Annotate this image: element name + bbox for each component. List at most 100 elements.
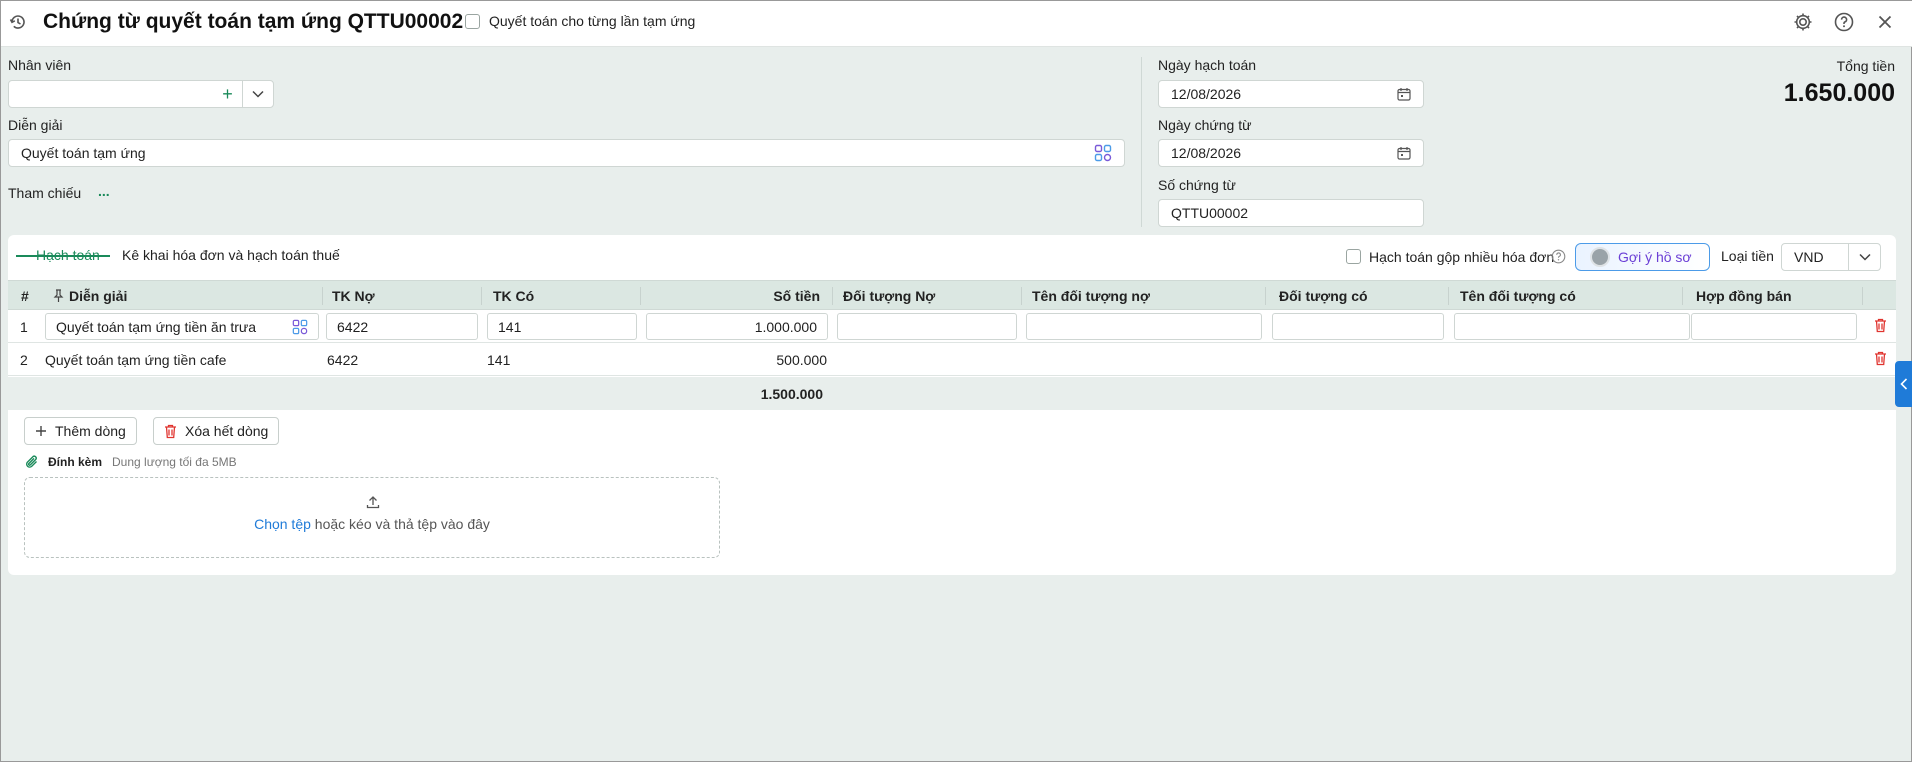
col-separator [1265, 287, 1266, 305]
header-bar: Chứng từ quyết toán tạm ứng QTTU00002 Qu… [1, 1, 1912, 47]
row-index: 2 [20, 352, 28, 368]
choose-file-link[interactable]: Chọn tệp [254, 516, 311, 532]
col-separator [322, 287, 323, 305]
voucher-no-label: Số chứng từ [1158, 177, 1236, 193]
row-credit-account: 141 [487, 352, 511, 368]
row-credit-object-input[interactable] [1272, 313, 1444, 340]
row-credit-account-value: 141 [498, 318, 522, 335]
add-employee-icon[interactable]: + [213, 81, 243, 107]
voucher-date-value: 12/08/2026 [1171, 145, 1242, 161]
pin-icon[interactable] [53, 289, 64, 303]
employee-select[interactable]: + [8, 80, 274, 108]
voucher-no-value: QTTU00002 [1171, 205, 1249, 221]
suggest-documents-button[interactable]: Gợi ý hồ sơ [1575, 243, 1710, 271]
col-header-debit-account[interactable]: TK Nợ [332, 288, 375, 304]
row-amount-value: 1.000.000 [754, 318, 817, 335]
active-tab-indicator [16, 255, 110, 257]
col-header-description[interactable]: Diễn giải [69, 288, 127, 304]
side-panel-toggle[interactable] [1895, 361, 1912, 407]
sum-amount: 1.500.000 [760, 386, 823, 402]
voucher-no-input[interactable]: QTTU00002 [1158, 199, 1424, 227]
dropzone-instruction: hoặc kéo và thả tệp vào đây [310, 516, 490, 532]
add-row-button[interactable]: Thêm dòng [24, 417, 137, 445]
table-footer-sum: 1.500.000 [8, 377, 1896, 410]
col-header-sales-contract[interactable]: Hợp đồng bán [1696, 288, 1792, 304]
merge-invoices-checkbox[interactable] [1346, 249, 1361, 264]
col-separator [1682, 287, 1683, 305]
page-title: Chứng từ quyết toán tạm ứng QTTU00002 [43, 10, 464, 33]
row-credit-object-name-input[interactable] [1454, 313, 1690, 340]
file-dropzone[interactable]: Chọn tệp hoặc kéo và thả tệp vào đây [24, 477, 720, 558]
suggest-documents-label: Gợi ý hồ sơ [1618, 249, 1692, 265]
description-value: Quyết toán tạm ứng [21, 145, 146, 161]
calendar-icon[interactable] [1397, 146, 1411, 160]
row-amount-input[interactable]: 1.000.000 [646, 313, 828, 340]
row-sales-contract-input[interactable] [1691, 313, 1857, 340]
chevron-left-icon [1900, 378, 1908, 390]
attachment-label: Đính kèm [48, 455, 103, 469]
row-debit-account: 6422 [327, 352, 359, 368]
total-label: Tổng tiền [1836, 58, 1895, 74]
currency-label: Loại tiền [1721, 248, 1774, 264]
trash-icon [165, 424, 176, 438]
dropzone-text: Chọn tệp hoặc kéo và thả tệp vào đây [25, 516, 719, 532]
posting-date-label: Ngày hạch toán [1158, 57, 1257, 73]
table-row[interactable]: 1 Quyết toán tạm ứng tiền ăn trưa 6422 1… [8, 310, 1896, 343]
info-icon[interactable] [1551, 249, 1566, 264]
row-debit-account-input[interactable]: 6422 [326, 313, 478, 340]
help-icon[interactable] [1833, 11, 1855, 33]
row-debit-object-name-input[interactable] [1026, 313, 1262, 340]
add-row-label: Thêm dòng [55, 423, 126, 439]
plus-icon [36, 426, 46, 436]
tab-invoice-tax[interactable]: Kê khai hóa đơn và hạch toán thuế [122, 247, 340, 263]
ai-suggest-icon[interactable] [292, 319, 308, 335]
col-separator [832, 287, 833, 305]
settle-each-advance-checkbox[interactable] [465, 14, 480, 29]
voucher-date-input[interactable]: 12/08/2026 [1158, 139, 1424, 167]
col-header-amount[interactable]: Số tiền [773, 288, 820, 304]
reference-more-link[interactable]: ... [98, 183, 110, 199]
col-separator [481, 287, 482, 305]
total-amount: 1.650.000 [1783, 79, 1895, 107]
posting-date-input[interactable]: 12/08/2026 [1158, 80, 1424, 108]
col-header-debit-object[interactable]: Đối tượng Nợ [843, 288, 935, 304]
row-debit-object-input[interactable] [837, 313, 1017, 340]
delete-row-icon[interactable] [1874, 351, 1887, 366]
posting-date-value: 12/08/2026 [1171, 86, 1242, 102]
row-debit-account-value: 6422 [337, 318, 369, 335]
table-header: # Diễn giải TK Nợ TK Có Số tiền Đối tượn… [8, 280, 1896, 310]
gear-icon[interactable] [1792, 11, 1814, 33]
delete-row-icon[interactable] [1874, 318, 1887, 333]
col-header-index: # [21, 288, 29, 304]
ai-suggest-icon[interactable] [1094, 144, 1112, 162]
delete-all-rows-button[interactable]: Xóa hết dòng [153, 417, 280, 445]
merge-invoices-label: Hạch toán gộp nhiều hóa đơn [1369, 249, 1555, 265]
col-separator [640, 287, 641, 305]
description-label: Diễn giải [8, 117, 63, 133]
row-description-value: Quyết toán tạm ứng tiền ăn trưa [56, 318, 257, 335]
form-divider [1141, 57, 1142, 227]
chevron-down-icon[interactable] [243, 81, 273, 107]
col-separator [1448, 287, 1449, 305]
attachment-hint: Dung lượng tối đa 5MB [112, 455, 237, 469]
avatar [1590, 247, 1610, 267]
chevron-down-icon[interactable] [1848, 244, 1880, 270]
col-header-debit-object-name[interactable]: Tên đối tượng nợ [1032, 288, 1150, 304]
close-icon[interactable] [1874, 11, 1896, 33]
history-icon[interactable] [8, 12, 28, 32]
currency-value: VND [1794, 249, 1824, 265]
col-header-credit-account[interactable]: TK Có [493, 288, 534, 304]
currency-select[interactable]: VND [1781, 243, 1881, 271]
row-amount: 500.000 [776, 352, 827, 368]
row-description-input[interactable]: Quyết toán tạm ứng tiền ăn trưa [45, 313, 319, 340]
col-header-credit-object[interactable]: Đối tượng có [1279, 288, 1368, 304]
reference-label: Tham chiếu [8, 185, 82, 201]
table-row[interactable]: 2 Quyết toán tạm ứng tiền cafe 6422 141 … [8, 343, 1896, 376]
settle-each-advance-label: Quyết toán cho từng lần tạm ứng [489, 13, 696, 29]
col-header-credit-object-name[interactable]: Tên đối tượng có [1460, 288, 1576, 304]
row-description: Quyết toán tạm ứng tiền cafe [45, 352, 227, 368]
description-input[interactable]: Quyết toán tạm ứng [8, 139, 1125, 167]
row-index: 1 [20, 319, 28, 335]
row-credit-account-input[interactable]: 141 [487, 313, 637, 340]
calendar-icon[interactable] [1397, 87, 1411, 101]
